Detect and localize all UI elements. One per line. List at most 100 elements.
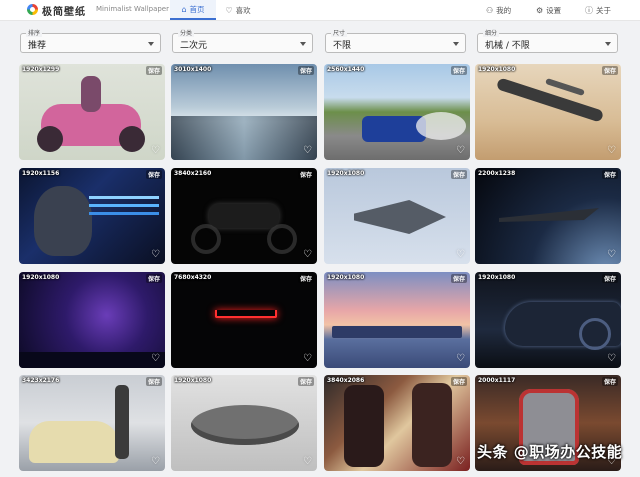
favorite-heart-icon[interactable]: ♡ [607,250,616,260]
save-button[interactable]: 保存 [297,66,314,75]
favorite-heart-icon[interactable]: ♡ [607,354,616,364]
ground-shape [19,352,165,368]
save-button[interactable]: 保存 [297,274,314,283]
app-header: 极简壁纸 Minimalist Wallpaper ⌂ 首页 ♡ 喜欢 ⚇ 我的… [0,0,640,21]
favorite-heart-icon[interactable]: ♡ [607,146,616,156]
nav-settings-button[interactable]: ⚙ 设置 [536,0,561,20]
favorite-heart-icon[interactable]: ♡ [456,354,465,364]
favorite-heart-icon[interactable]: ♡ [151,457,160,467]
resolution-label: 1920x1080 [327,170,365,177]
subcategory-select-label: 细分 [483,28,500,37]
starship-shape [499,208,599,222]
nav-mine-label: 我的 [496,5,512,15]
harbor-shape [332,326,462,338]
save-button[interactable]: 保存 [145,377,162,386]
canyon-shape [171,116,317,160]
wallpaper-card[interactable]: 3840x2086 保存 ♡ [324,375,470,471]
resolution-label: 2200x1238 [478,170,516,177]
wallpaper-card[interactable]: 2200x1238 保存 ♡ [475,168,621,264]
favorite-heart-icon[interactable]: ♡ [303,457,312,467]
wallpaper-card[interactable]: 1920x1080 保存 ♡ [475,64,621,160]
chevron-down-icon [148,42,154,46]
favorite-heart-icon[interactable]: ♡ [151,146,160,156]
subcategory-select[interactable]: 细分 机械 / 不限 [477,28,618,53]
wallpaper-card[interactable]: 2560x1440 保存 ♡ [324,64,470,160]
nav-favorites-label: 喜欢 [235,5,251,15]
rider-shape [81,76,101,112]
fighter-jet-shape [354,200,446,234]
wallpaper-card[interactable]: 1920x1080 保存 ♡ [19,272,165,368]
save-button[interactable]: 保存 [601,170,618,179]
wallpaper-card[interactable]: 1920x1156 保存 ♡ [19,168,165,264]
resolution-label: 2560x1440 [327,66,365,73]
save-button[interactable]: 保存 [145,66,162,75]
resolution-label: 3423x2176 [22,377,60,384]
neon-lines-shape [89,196,159,199]
nav-about-label: 关于 [596,5,611,15]
wheel-shape [579,318,611,350]
app-logo-icon [27,4,38,15]
favorite-heart-icon[interactable]: ♡ [303,354,312,364]
favorite-heart-icon[interactable]: ♡ [303,250,312,260]
favorite-heart-icon[interactable]: ♡ [151,250,160,260]
cyborg-skull-shape [34,186,92,256]
wallpaper-card[interactable]: 1920x1080 保存 ♡ [171,375,317,471]
favorite-heart-icon[interactable]: ♡ [151,354,160,364]
resolution-label: 3840x2086 [327,377,365,384]
save-button[interactable]: 保存 [297,377,314,386]
nav-settings-label: 设置 [546,5,562,15]
save-button[interactable]: 保存 [297,170,314,179]
save-button[interactable]: 保存 [601,377,618,386]
resolution-label: 1920x1080 [478,274,516,281]
wallpaper-card[interactable]: 1920x1299 保存 ♡ [19,64,165,160]
resolution-label: 1920x1080 [478,66,516,73]
neon-bar-shape [215,310,277,318]
save-button[interactable]: 保存 [450,66,467,75]
anime-girl-shape [115,385,129,459]
save-button[interactable]: 保存 [145,274,162,283]
nav-home-tab[interactable]: ⌂ 首页 [170,0,216,20]
wheel-shape [191,224,221,254]
wallpaper-card[interactable]: 7680x4320 保存 ♡ [171,272,317,368]
save-button[interactable]: 保存 [145,170,162,179]
wallpaper-card[interactable]: 3010x1400 保存 ♡ [171,64,317,160]
resolution-label: 1920x1156 [22,170,60,177]
favorite-heart-icon[interactable]: ♡ [303,146,312,156]
size-select[interactable]: 尺寸 不限 [325,28,466,53]
size-select-label: 尺寸 [331,28,348,37]
sort-select[interactable]: 排序 推荐 [20,28,161,53]
nav-favorites-tab[interactable]: ♡ 喜欢 [218,0,258,20]
size-select-value: 不限 [333,41,352,51]
save-button[interactable]: 保存 [450,170,467,179]
user-icon: ⚇ [486,5,494,15]
save-button[interactable]: 保存 [450,274,467,283]
resolution-label: 1920x1080 [22,274,60,281]
category-select-label: 分类 [178,28,195,37]
wallpaper-card[interactable]: 3423x2176 保存 ♡ [19,375,165,471]
wallpaper-card[interactable]: 1920x1080 保存 ♡ [324,272,470,368]
favorite-heart-icon[interactable]: ♡ [456,146,465,156]
save-button[interactable]: 保存 [601,66,618,75]
anime-girl-shape [412,383,452,467]
anime-girl-shape [344,385,384,467]
save-button[interactable]: 保存 [450,377,467,386]
nav-mine-button[interactable]: ⚇ 我的 [486,0,511,20]
save-button[interactable]: 保存 [601,274,618,283]
info-icon: ⓘ [585,5,593,15]
wheel-shape [119,126,145,152]
wallpaper-card[interactable]: 1920x1080 保存 ♡ [324,168,470,264]
nav-about-button[interactable]: ⓘ 关于 [585,0,611,20]
favorite-heart-icon[interactable]: ♡ [456,250,465,260]
favorite-heart-icon[interactable]: ♡ [456,457,465,467]
wallpaper-card[interactable]: 3840x2160 保存 ♡ [171,168,317,264]
resolution-label: 2000x1117 [478,377,516,384]
wheel-shape [37,126,63,152]
retro-car-shape [29,421,119,463]
resolution-label: 7680x4320 [174,274,212,281]
app-brand: 极简壁纸 [42,7,86,18]
category-select[interactable]: 分类 二次元 [172,28,313,53]
wallpaper-card[interactable]: 1920x1080 保存 ♡ [475,272,621,368]
chevron-down-icon [453,42,459,46]
smoke-shape [416,112,466,140]
nav-home-label: 首页 [189,4,205,14]
